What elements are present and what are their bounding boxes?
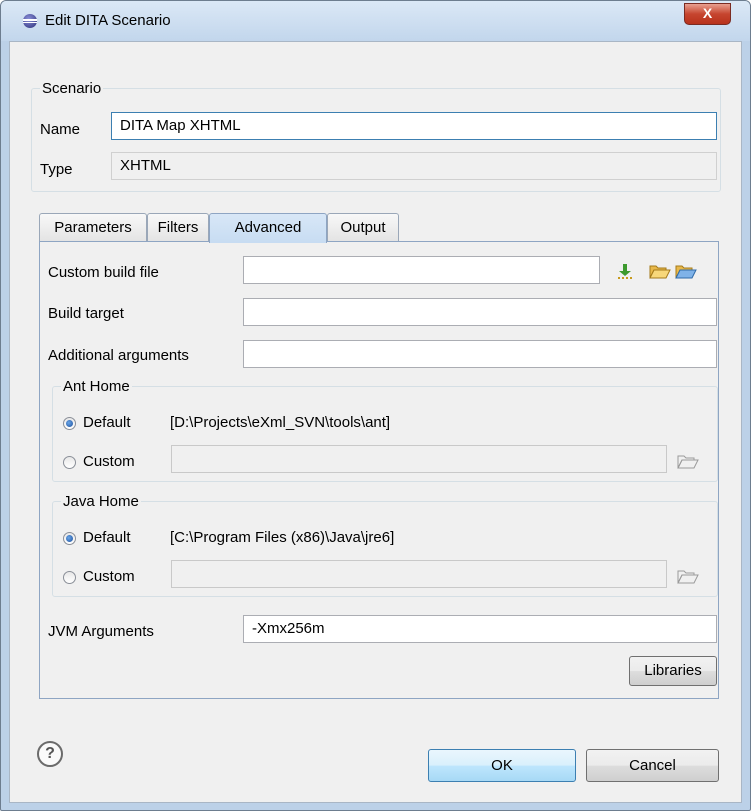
custom-build-file-label: Custom build file [48,264,159,281]
tab-filters[interactable]: Filters [147,213,209,241]
folder-disabled-icon [677,455,699,469]
java-home-custom-radio[interactable] [63,571,76,584]
help-icon[interactable]: ? [37,741,63,767]
java-home-custom-input [171,560,667,588]
additional-arguments-label: Additional arguments [48,347,189,364]
title-bar[interactable]: Edit DITA Scenario X [1,1,750,41]
ok-button[interactable]: OK [428,749,576,782]
tab-output[interactable]: Output [327,213,399,241]
libraries-button[interactable]: Libraries [629,656,717,686]
build-target-input[interactable] [243,298,717,326]
type-field: XHTML [111,152,717,180]
ant-home-default-label[interactable]: Default [83,414,131,432]
java-home-default-label[interactable]: Default [83,529,131,547]
java-home-legend: Java Home [63,493,139,510]
jvm-arguments-input[interactable]: -Xmx256m [243,615,717,643]
window-title: Edit DITA Scenario [45,12,171,29]
ant-home-default-radio[interactable] [63,417,76,430]
ant-home-default-path: [D:\Projects\eXml_SVN\tools\ant] [170,414,391,431]
folder-open-icon[interactable] [649,262,671,280]
ant-home-custom-input [171,445,667,473]
ant-home-legend: Ant Home [63,378,130,395]
java-home-default-path: [C:\Program Files (x86)\Java\jre6] [170,529,395,546]
tab-advanced[interactable]: Advanced [209,213,327,243]
jvm-arguments-label: JVM Arguments [48,623,154,640]
additional-arguments-input[interactable] [243,340,717,368]
type-label: Type [40,161,73,178]
name-label: Name [40,121,81,138]
cancel-button[interactable]: Cancel [586,749,719,782]
dialog-window: Edit DITA Scenario X Scenario Name DITA … [0,0,751,811]
insert-variable-icon[interactable] [616,262,634,280]
scenario-legend: Scenario [42,80,102,97]
java-home-custom-label[interactable]: Custom [83,568,135,586]
close-button[interactable]: X [684,3,731,25]
custom-build-file-input[interactable] [243,256,600,284]
dialog-body: Scenario Name DITA Map XHTML Type XHTML … [9,41,742,803]
ant-home-custom-radio[interactable] [63,456,76,469]
build-target-label: Build target [48,305,124,322]
name-input[interactable]: DITA Map XHTML [111,112,717,140]
tab-parameters[interactable]: Parameters [39,213,147,241]
folder-disabled-icon [677,570,699,584]
java-home-default-radio[interactable] [63,532,76,545]
folder-workspace-icon[interactable] [675,262,697,280]
ant-home-custom-label[interactable]: Custom [83,453,135,471]
app-icon [23,14,37,28]
